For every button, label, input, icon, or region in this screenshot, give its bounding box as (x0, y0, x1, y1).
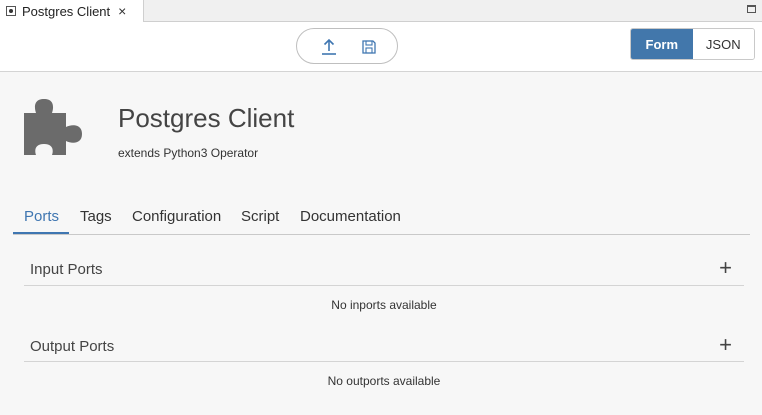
view-mode-toggle: Form JSON (630, 28, 755, 60)
form-view-button[interactable]: Form (631, 29, 693, 59)
editor-tab-bar: Postgres Client × (0, 0, 762, 22)
section-tab-bar: Ports Tags Configuration Script Document… (13, 199, 750, 235)
operator-file-icon (6, 6, 16, 16)
output-ports-empty-message: No outports available (327, 374, 441, 388)
tab-tags[interactable]: Tags (80, 208, 112, 225)
active-tab-indicator (13, 232, 69, 234)
output-ports-section: Output Ports + No outports available (24, 329, 744, 399)
tab-configuration[interactable]: Configuration (132, 208, 221, 225)
add-input-port-button[interactable]: + (719, 257, 732, 279)
puzzle-piece-icon (22, 93, 92, 157)
upload-icon[interactable] (319, 37, 339, 57)
divider (24, 361, 744, 362)
input-ports-empty-message: No inports available (331, 298, 437, 312)
tab-ports[interactable]: Ports (24, 208, 59, 225)
operator-subtitle: extends Python3 Operator (118, 146, 259, 160)
close-icon[interactable]: × (118, 4, 126, 18)
save-icon[interactable] (359, 37, 379, 57)
output-ports-title: Output Ports (30, 338, 115, 355)
maximize-icon[interactable] (747, 5, 756, 13)
toolbar-action-group (296, 28, 398, 64)
tab-script[interactable]: Script (241, 208, 279, 225)
editor-tab-postgres-client[interactable]: Postgres Client × (0, 0, 144, 22)
input-ports-title: Input Ports (30, 261, 103, 278)
input-ports-section: Input Ports + No inports available (24, 252, 744, 322)
editor-tab-title: Postgres Client (22, 3, 111, 19)
divider (24, 285, 744, 286)
editor-toolbar: Form JSON (0, 22, 762, 72)
page-title: Postgres Client (118, 103, 295, 133)
tab-documentation[interactable]: Documentation (300, 208, 401, 225)
add-output-port-button[interactable]: + (719, 334, 732, 356)
json-view-button[interactable]: JSON (692, 29, 754, 59)
